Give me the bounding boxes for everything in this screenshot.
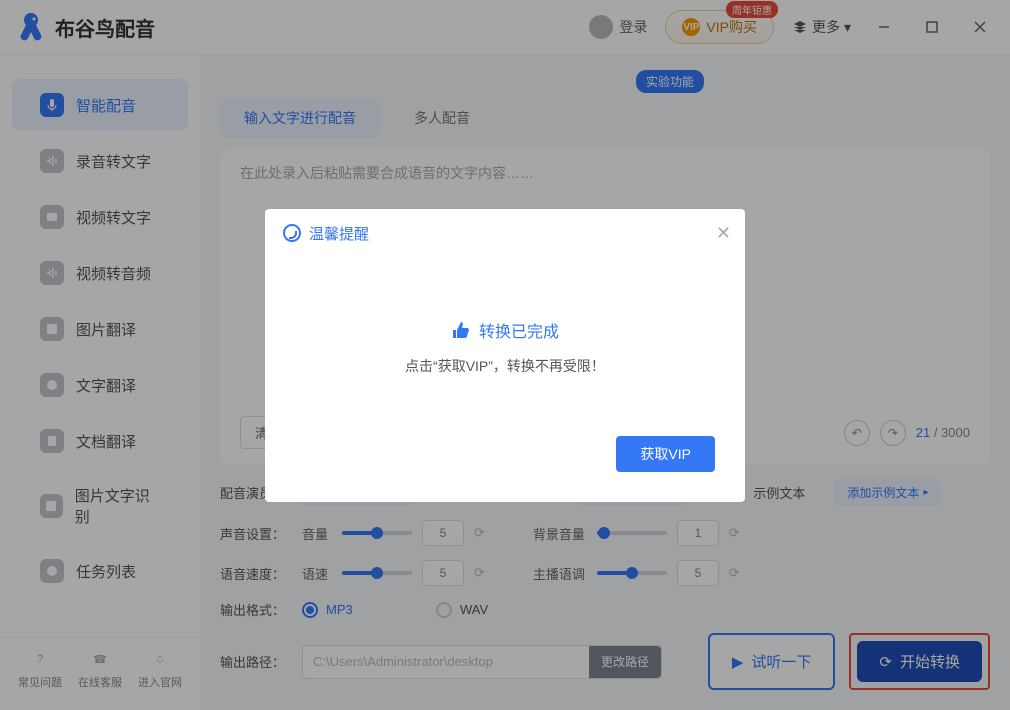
smile-icon xyxy=(283,224,301,242)
modal-message: 点击“获取VIP”，转换不再受限！ xyxy=(295,356,715,376)
get-vip-button[interactable]: 获取VIP xyxy=(616,436,715,472)
modal-overlay: 温馨提醒 ✕ 转换已完成 点击“获取VIP”，转换不再受限！ 获取VIP xyxy=(0,0,1010,710)
modal-body: 转换已完成 点击“获取VIP”，转换不再受限！ 获取VIP xyxy=(265,258,745,502)
modal-header: 温馨提醒 xyxy=(265,209,745,258)
modal-close-button[interactable]: ✕ xyxy=(716,223,731,244)
thumbs-up-icon xyxy=(451,320,471,340)
modal-actions: 获取VIP xyxy=(295,436,715,472)
modal-title: 温馨提醒 xyxy=(309,223,369,244)
modal-dialog: 温馨提醒 ✕ 转换已完成 点击“获取VIP”，转换不再受限！ 获取VIP xyxy=(265,209,745,502)
modal-status: 转换已完成 xyxy=(295,318,715,342)
status-text: 转换已完成 xyxy=(479,318,559,342)
